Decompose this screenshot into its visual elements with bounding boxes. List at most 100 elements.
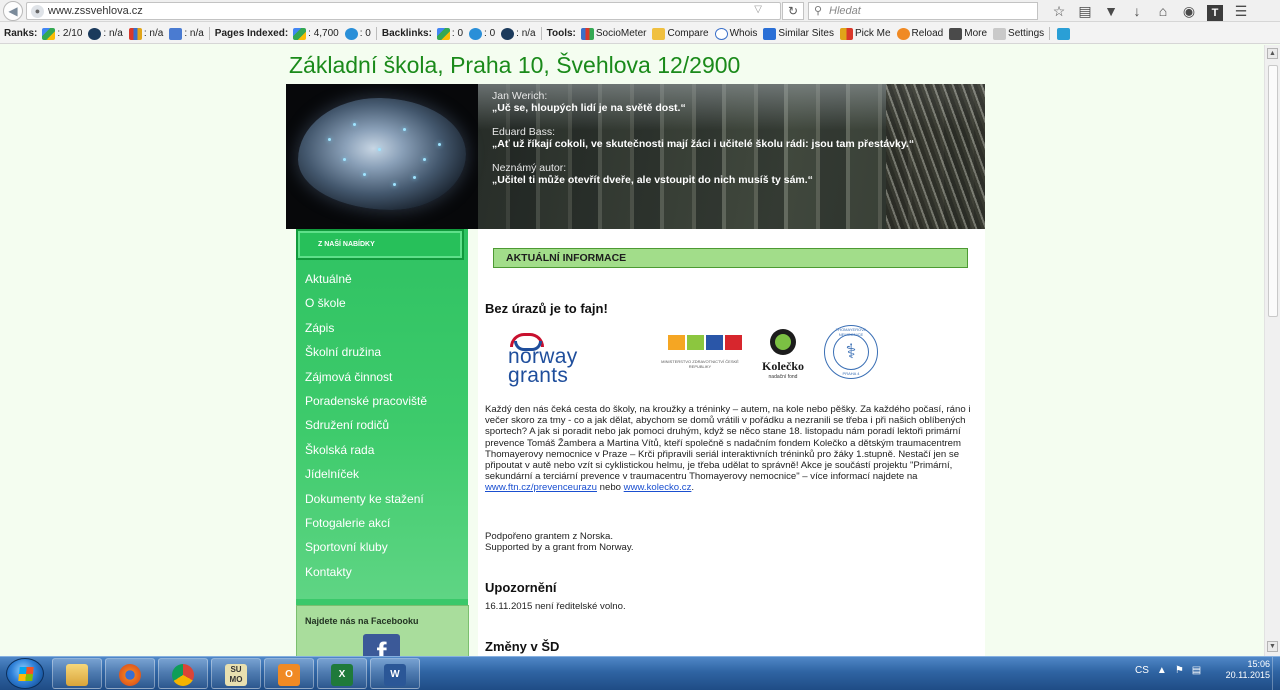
chat-icon[interactable]: ◉: [1176, 1, 1202, 21]
toolbar-icons: ☆ ▤ ▼ ↓ ⌂ ◉ T ☰: [1046, 1, 1254, 21]
compete-icon: [169, 27, 183, 40]
menu-icon[interactable]: ☰: [1228, 1, 1254, 21]
page-scrollbar[interactable]: ▲ ▼: [1264, 45, 1280, 656]
tool-compare[interactable]: Compare: [667, 28, 708, 39]
facebook-icon[interactable]: f: [363, 634, 400, 656]
article-text-between: nebo: [599, 482, 621, 494]
sociometer-icon: [580, 27, 594, 40]
article-text: Každý den nás čeká cesta do školy, na kr…: [485, 404, 971, 483]
stats-icon: [128, 27, 142, 40]
download-icon[interactable]: ↓: [1124, 1, 1150, 21]
tool-settings[interactable]: Settings: [1008, 28, 1044, 39]
site-title: Základní škola, Praha 10, Švehlova 12/29…: [289, 52, 741, 78]
scroll-up-arrow[interactable]: ▲: [1267, 48, 1278, 59]
sidebar-item-skolni-druzina[interactable]: Školní družina: [286, 340, 468, 364]
address-bar[interactable]: ● www.zssvehlova.cz ▽: [26, 2, 781, 20]
tool-similar-sites[interactable]: Similar Sites: [778, 28, 834, 39]
bookmark-star-icon[interactable]: ☆: [1046, 1, 1072, 21]
sidebar-item-skolska-rada[interactable]: Školská rada: [286, 438, 468, 462]
ranks-label: Ranks:: [4, 28, 38, 39]
excel-icon: X: [331, 664, 353, 686]
sidebar-item-zapis[interactable]: Zápis: [286, 316, 468, 340]
language-indicator[interactable]: CS: [1135, 665, 1149, 676]
start-button[interactable]: [6, 658, 44, 689]
clock[interactable]: 15:06 20.11.2015: [1212, 659, 1270, 681]
sidebar-item-aktualne[interactable]: Aktuálně: [286, 267, 468, 291]
tool-reload[interactable]: Reload: [912, 28, 944, 39]
show-desktop-button[interactable]: [1272, 657, 1280, 690]
pages-google-value: : 4,700: [308, 28, 339, 39]
reading-list-icon[interactable]: ▤: [1072, 1, 1098, 21]
chrome-taskbar-button[interactable]: [158, 658, 208, 689]
sidebar-item-dokumenty[interactable]: Dokumenty ke stažení: [286, 487, 468, 511]
flag-icon[interactable]: ⚑: [1175, 665, 1184, 676]
tools-label: Tools:: [546, 28, 576, 39]
kolecko-link[interactable]: www.kolecko.cz: [624, 482, 692, 493]
outlook-taskbar-button[interactable]: O: [264, 658, 314, 689]
sidebar-item-kontakty[interactable]: Kontakty: [286, 560, 468, 584]
sidebar-item-sportovni-kluby[interactable]: Sportovní kluby: [286, 535, 468, 559]
quotes-block: Jan Werich: „Uč se, hloupých lidí je na …: [492, 90, 962, 198]
word-taskbar-button[interactable]: W: [370, 658, 420, 689]
taskbar-apps: SU MO O X W: [52, 658, 420, 689]
backlinks-bing-value: : 0: [484, 28, 496, 39]
quote-text: „Uč se, hloupých lidí je na světě dost.“: [492, 102, 686, 114]
url-text: www.zssvehlova.cz: [48, 5, 143, 17]
article-text-end: .: [691, 482, 695, 494]
tool-sociometer[interactable]: SocioMeter: [596, 28, 647, 39]
scroll-down-arrow[interactable]: ▼: [1267, 641, 1278, 652]
tool-more[interactable]: More: [964, 28, 987, 39]
tool-whois[interactable]: Whois: [730, 28, 758, 39]
sidebar-item-o-skole[interactable]: O škole: [286, 291, 468, 315]
sidebar-item-fotogalerie[interactable]: Fotogalerie akcí: [286, 511, 468, 535]
browser-navbar: ◀ ● www.zssvehlova.cz ▽ ↻ ⚲ Hledat ☆ ▤ ▼…: [0, 0, 1280, 22]
scroll-thumb[interactable]: [1268, 65, 1278, 317]
sumo-icon: SU MO: [225, 664, 247, 686]
tool-pick-me[interactable]: Pick Me: [855, 28, 891, 39]
caduceus-icon: ⚕: [833, 334, 869, 370]
bing-icon: [469, 27, 483, 40]
sidebar-item-zajmova-cinnost[interactable]: Zájmová činnost: [286, 365, 468, 389]
sidebar-item-sdruzeni-rodicu[interactable]: Sdružení rodičů: [286, 413, 468, 437]
support-cz: Podpořeno grantem z Norska.: [485, 531, 613, 542]
firefox-icon: [119, 664, 141, 686]
extension-t-icon[interactable]: T: [1202, 1, 1228, 21]
sidebar-item-poradenske-pracoviste[interactable]: Poradenské pracoviště: [286, 389, 468, 413]
ftn-link[interactable]: www.ftn.cz/prevenceurazu: [485, 482, 597, 493]
network-icon[interactable]: ▤: [1192, 665, 1201, 676]
twitter-icon[interactable]: [1057, 27, 1071, 40]
excel-taskbar-button[interactable]: X: [317, 658, 367, 689]
explorer-taskbar-button[interactable]: [52, 658, 102, 689]
search-placeholder: Hledat: [829, 5, 861, 17]
windows-taskbar: SU MO O X W CS ▲ ⚑ ▤ 15:06 20.11.2015: [0, 656, 1280, 690]
firefox-taskbar-button[interactable]: [105, 658, 155, 689]
settings-icon: [993, 27, 1007, 40]
header-banner: Jan Werich: „Uč se, hloupých lidí je na …: [286, 84, 985, 229]
norway-grants-logo: norway grants: [502, 329, 622, 389]
pocket-icon[interactable]: ▼: [1098, 1, 1124, 21]
home-icon[interactable]: ⌂: [1150, 1, 1176, 21]
back-button[interactable]: ◀: [3, 1, 23, 21]
changes-title: Změny v ŠD: [485, 639, 560, 654]
page-viewport: Základní škola, Praha 10, Švehlova 12/29…: [0, 45, 1264, 656]
word-icon: W: [384, 664, 406, 686]
quote-author: Neznámý autor:: [492, 162, 567, 174]
quote-text: „Učitel ti může otevřít dveře, ale vstou…: [492, 174, 813, 186]
reload-button[interactable]: ↻: [782, 2, 804, 20]
site-info-icon[interactable]: ●: [31, 5, 44, 18]
search-icon: ⚲: [814, 5, 823, 17]
sidebar-item-jidelnicek[interactable]: Jídelníček: [286, 462, 468, 486]
system-tray: CS ▲ ⚑ ▤: [1135, 665, 1201, 676]
sumo-taskbar-button[interactable]: SU MO: [211, 658, 261, 689]
sidebar-heading: Z NAŠÍ NABÍDKY: [296, 229, 464, 260]
search-bar[interactable]: ⚲ Hledat: [808, 2, 1038, 20]
kolecko-subtext: nadační fond: [768, 374, 798, 380]
kolecko-text: Kolečko: [762, 359, 804, 373]
quote-author: Eduard Bass:: [492, 126, 556, 138]
tray-expand-icon[interactable]: ▲: [1157, 665, 1167, 676]
similar-sites-icon: [763, 27, 777, 40]
backlinks-label: Backlinks:: [381, 28, 432, 39]
url-dropdown-icon[interactable]: ▽: [754, 4, 762, 15]
section-header: AKTUÁLNÍ INFORMACE: [493, 248, 968, 268]
ranks-google-value: : 2/10: [57, 28, 83, 39]
